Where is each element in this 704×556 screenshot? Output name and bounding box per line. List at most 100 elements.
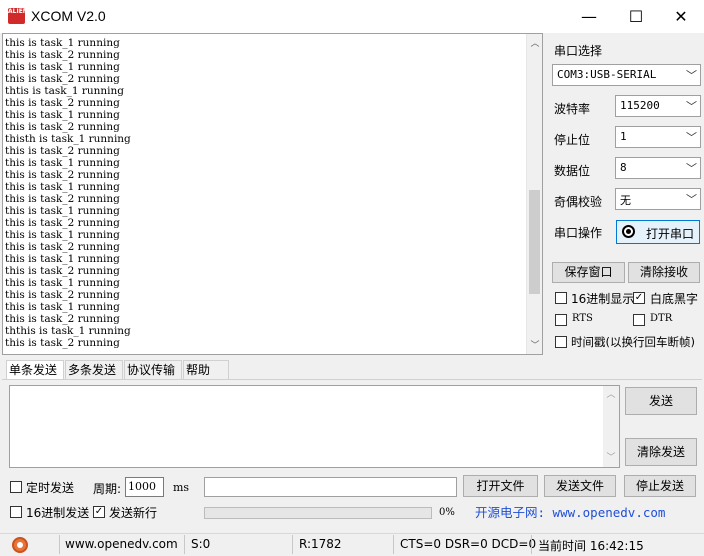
send-scrollbar[interactable]: ︿ ﹀ xyxy=(603,386,619,467)
receive-line: this is task_1 running xyxy=(5,37,120,49)
status-divider xyxy=(292,535,293,554)
receive-line: this is task_2 running xyxy=(5,73,120,85)
status-divider xyxy=(59,535,60,554)
stop-bits-select[interactable]: 1 ﹀ xyxy=(615,126,701,148)
receive-line: this is task_1 running xyxy=(5,157,120,169)
port-operation-label: 串口操作 xyxy=(554,226,603,240)
port-status-icon xyxy=(622,225,635,238)
hex-send-checkbox[interactable] xyxy=(10,506,22,518)
receive-scrollbar[interactable]: ︿ ﹀ xyxy=(526,34,542,354)
progress-percent: 0% xyxy=(439,507,455,518)
dtr-checkbox[interactable] xyxy=(633,314,645,326)
period-input[interactable]: 1000 xyxy=(125,477,164,497)
status-divider xyxy=(531,535,532,554)
receive-line: this is task_2 running xyxy=(5,193,120,205)
baud-select-value: 115200 xyxy=(620,99,660,112)
receive-line: this is task_2 running xyxy=(5,241,120,253)
parity-select[interactable]: 无 ﹀ xyxy=(615,188,701,210)
tab-protocol[interactable]: 协议传输 xyxy=(124,360,182,379)
white-bg-checkbox[interactable]: ✓ xyxy=(633,292,645,304)
receive-line: this is task_1 running xyxy=(5,277,120,289)
save-window-button[interactable]: 保存窗口 xyxy=(552,262,625,283)
check-icon: ✓ xyxy=(634,292,644,303)
tab-multi-send[interactable]: 多条发送 xyxy=(65,360,123,379)
chevron-down-icon: ﹀ xyxy=(686,131,697,144)
dtr-label: DTR xyxy=(650,313,673,324)
parity-label: 奇偶校验 xyxy=(554,195,603,209)
port-select-label: 串口选择 xyxy=(554,44,603,58)
receive-line: this is task_1 running xyxy=(5,61,120,73)
minimize-button[interactable]: — xyxy=(566,0,612,33)
receive-line: this is task_1 running xyxy=(5,301,120,313)
tab-help[interactable]: 帮助 xyxy=(183,360,229,379)
maximize-button[interactable]: ☐ xyxy=(613,0,659,33)
receive-line: this is task_1 running xyxy=(5,205,120,217)
rts-checkbox[interactable] xyxy=(555,314,567,326)
port-status-dot-icon xyxy=(626,229,631,234)
stop-send-button[interactable]: 停止发送 xyxy=(624,475,696,497)
clear-receive-button[interactable]: 清除接收 xyxy=(628,262,700,283)
rts-label: RTS xyxy=(572,313,593,324)
scrollbar-thumb[interactable] xyxy=(529,190,540,294)
scroll-down-icon[interactable]: ﹀ xyxy=(603,450,619,466)
check-icon: ✓ xyxy=(94,506,104,517)
scroll-up-icon[interactable]: ︿ xyxy=(603,387,619,403)
send-progress-bar xyxy=(204,507,432,519)
data-bits-label: 数据位 xyxy=(554,164,591,178)
receive-line: this is task_2 running xyxy=(5,169,120,181)
receive-line: thtis is task_1 running xyxy=(5,85,125,97)
receive-line: this is task_1 running xyxy=(5,229,120,241)
data-bits-select[interactable]: 8 ﹀ xyxy=(615,157,701,179)
chevron-down-icon: ﹀ xyxy=(686,69,697,82)
receive-line: this is task_2 running xyxy=(5,49,120,61)
file-path-input[interactable] xyxy=(204,477,457,497)
send-file-button[interactable]: 发送文件 xyxy=(544,475,616,497)
hex-display-label: 16进制显示 xyxy=(571,292,635,306)
open-port-button[interactable]: 打开串口 xyxy=(616,220,700,244)
clear-send-button[interactable]: 清除发送 xyxy=(625,438,697,466)
window-title: XCOM V2.0 xyxy=(31,8,106,24)
baud-select[interactable]: 115200 ﹀ xyxy=(615,95,701,117)
hex-send-label: 16进制发送 xyxy=(26,506,90,520)
settings-gear-icon[interactable] xyxy=(12,537,28,553)
timestamp-checkbox[interactable] xyxy=(555,336,567,348)
scroll-down-icon[interactable]: ﹀ xyxy=(527,338,542,354)
status-url[interactable]: www.openedv.com xyxy=(65,537,178,551)
receive-line: ththis is task_1 running xyxy=(5,325,131,337)
send-newline-checkbox[interactable]: ✓ xyxy=(93,506,105,518)
port-select-value: COM3:USB-SERIAL xyxy=(557,68,657,81)
receive-line: this is task_2 running xyxy=(5,337,120,349)
tab-single-send[interactable]: 单条发送 xyxy=(6,360,64,379)
stop-bits-label: 停止位 xyxy=(554,133,591,147)
chevron-down-icon: ﹀ xyxy=(686,162,697,175)
receive-line: thisth is task_1 running xyxy=(5,133,131,145)
receive-line: this is task_2 running xyxy=(5,121,120,133)
chevron-down-icon: ﹀ xyxy=(686,193,697,206)
close-button[interactable]: ✕ xyxy=(658,0,704,33)
baud-label: 波特率 xyxy=(554,102,591,116)
receive-area[interactable]: this is task_1 running this is task_2 run… xyxy=(2,33,543,355)
timed-send-checkbox[interactable] xyxy=(10,481,22,493)
period-label: 周期: xyxy=(93,482,122,496)
website-banner[interactable]: 开源电子网: www.openedv.com xyxy=(475,502,665,521)
scroll-up-icon[interactable]: ︿ xyxy=(527,36,542,52)
timed-send-label: 定时发送 xyxy=(26,481,75,495)
hex-display-checkbox[interactable] xyxy=(555,292,567,304)
receive-line: this is task_2 running xyxy=(5,97,120,109)
send-input[interactable]: ︿ ﹀ xyxy=(9,385,620,468)
timestamp-label: 时间戳(以换行回车断帧) xyxy=(571,335,695,349)
white-bg-label: 白底黑字 xyxy=(650,292,699,306)
open-file-button[interactable]: 打开文件 xyxy=(463,475,538,497)
stop-bits-value: 1 xyxy=(620,130,627,143)
port-select[interactable]: COM3:USB-SERIAL ﹀ xyxy=(552,64,701,86)
receive-line: this is task_2 running xyxy=(5,289,120,301)
send-button[interactable]: 发送 xyxy=(625,387,697,415)
status-time: 当前时间 16:42:15 xyxy=(538,539,644,553)
open-port-label: 打开串口 xyxy=(646,227,695,241)
chevron-down-icon: ﹀ xyxy=(686,100,697,113)
gear-center-icon xyxy=(17,542,23,548)
period-unit: ms xyxy=(173,481,190,494)
status-received-count: R:1782 xyxy=(299,537,342,551)
receive-line: this is task_2 running xyxy=(5,313,120,325)
receive-line: this is task_2 running xyxy=(5,217,120,229)
